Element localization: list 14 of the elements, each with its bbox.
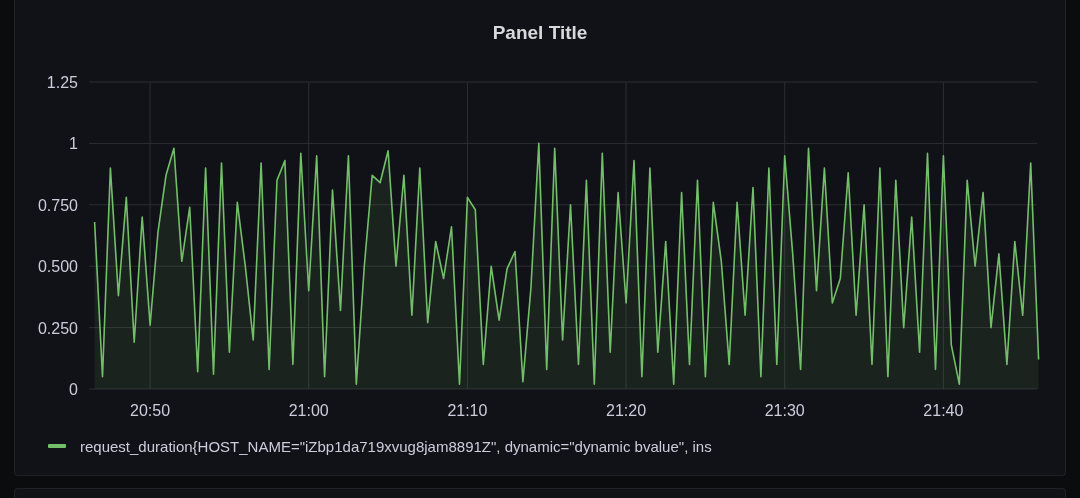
y-tick-label: 1.25 bbox=[46, 74, 78, 91]
x-tick-label: 21:40 bbox=[923, 402, 964, 419]
y-tick-label: 1 bbox=[69, 135, 78, 153]
x-tick-label: 21:00 bbox=[288, 402, 329, 419]
x-tick-label: 21:10 bbox=[447, 402, 488, 419]
panel-title: Panel Title bbox=[492, 22, 588, 44]
y-tick-label: 0 bbox=[69, 381, 78, 398]
y-tick-label: 0.250 bbox=[37, 319, 78, 337]
y-tick-label: 0.500 bbox=[37, 258, 78, 276]
legend-label[interactable]: request_duration{HOST_NAME="iZbp1da719xvug8jam8891Z", dynamic="dynamic bvalue", ins bbox=[80, 437, 712, 455]
y-tick-label: 0.750 bbox=[37, 196, 78, 214]
x-tick-label: 21:20 bbox=[606, 402, 647, 419]
x-tick-label: 20:50 bbox=[130, 402, 171, 419]
x-tick-label: 21:30 bbox=[764, 402, 805, 419]
